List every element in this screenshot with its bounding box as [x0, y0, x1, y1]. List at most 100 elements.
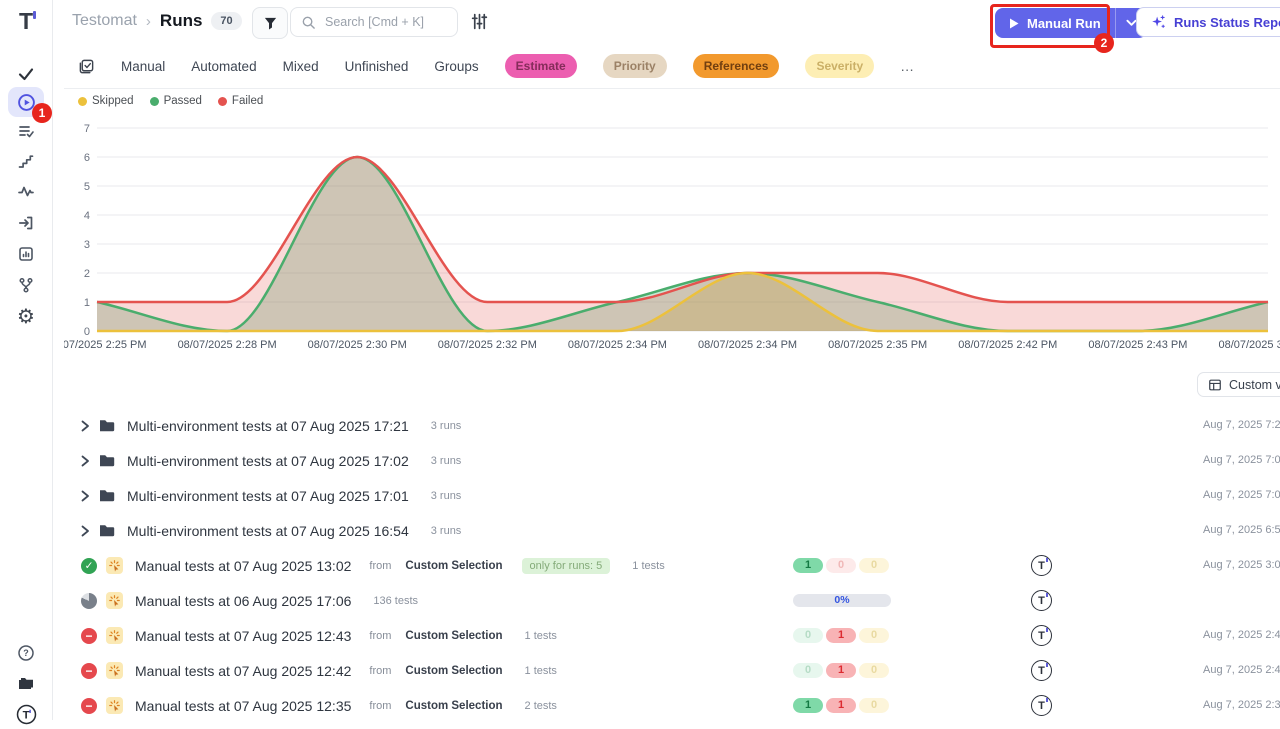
bar-chart-icon	[17, 245, 35, 263]
app-logo[interactable]: T	[0, 8, 52, 35]
legend-item-passed[interactable]: Passed	[150, 95, 202, 107]
run-group-row[interactable]: Multi-environment tests at 07 Aug 2025 1…	[64, 408, 1280, 443]
run-row[interactable]: ✓ Manual tests at 07 Aug 2025 13:02 from…	[64, 548, 1280, 583]
tab-severity[interactable]: Severity	[805, 54, 874, 78]
multi-select-button[interactable]	[78, 58, 95, 75]
svg-text:0: 0	[84, 326, 90, 338]
custom-view-button[interactable]: Custom view	[1197, 372, 1280, 397]
avatar[interactable]: T	[1031, 695, 1052, 716]
run-from-label: from	[369, 665, 391, 677]
run-row[interactable]: − Manual tests at 07 Aug 2025 12:42 from…	[64, 653, 1280, 688]
svg-text:08/07/2025 2:35 PM: 08/07/2025 2:35 PM	[828, 339, 927, 351]
manual-run-label: Manual Run	[1027, 16, 1101, 31]
legend-item-skipped[interactable]: Skipped	[78, 95, 134, 107]
run-group-title[interactable]: Multi-environment tests at 07 Aug 2025 1…	[127, 488, 409, 504]
run-meta: 136 tests	[373, 595, 418, 607]
chevron-right-icon[interactable]	[81, 420, 90, 432]
account-logo-icon: T	[16, 704, 37, 725]
run-group-meta: 3 runs	[431, 525, 462, 537]
folders-icon	[17, 674, 35, 692]
svg-text:08/07/2025 2:28 PM: 08/07/2025 2:28 PM	[178, 339, 277, 351]
avatar[interactable]: T	[1031, 590, 1052, 611]
sparkles-icon	[1150, 14, 1166, 30]
run-title[interactable]: Manual tests at 07 Aug 2025 12:35	[135, 698, 351, 714]
sidebar-item-import[interactable]	[0, 208, 52, 238]
chevron-right-icon[interactable]	[81, 525, 90, 537]
sidebar-item-help[interactable]: ?	[0, 638, 52, 668]
more-filters-button[interactable]: …	[900, 58, 915, 74]
runs-count-badge: 70	[211, 12, 241, 30]
svg-text:5: 5	[84, 181, 90, 193]
manual-run-type-icon	[106, 592, 123, 609]
run-time: Aug 7, 2025 3:02 PM	[1203, 559, 1280, 571]
help-icon: ?	[17, 644, 35, 662]
view-settings-button[interactable]	[470, 12, 489, 36]
avatar[interactable]: T	[1031, 660, 1052, 681]
run-group-title[interactable]: Multi-environment tests at 07 Aug 2025 1…	[127, 523, 409, 539]
chevron-right-icon[interactable]	[81, 490, 90, 502]
avatar-accent	[1046, 558, 1048, 562]
runs-page: { "app": {"logo_letter": "T"}, "header":…	[0, 0, 1280, 720]
tab-mixed[interactable]: Mixed	[283, 59, 319, 74]
count-skipped: 0	[859, 698, 889, 713]
run-row[interactable]: Manual tests at 06 Aug 2025 17:06 136 te…	[64, 583, 1280, 618]
runs-status-report-button[interactable]: Runs Status Report	[1136, 7, 1280, 37]
run-group-row[interactable]: Multi-environment tests at 07 Aug 2025 1…	[64, 443, 1280, 478]
legend-item-failed[interactable]: Failed	[218, 95, 263, 107]
tab-estimate[interactable]: Estimate	[505, 54, 577, 78]
avatar-accent	[1046, 698, 1048, 702]
run-title[interactable]: Manual tests at 07 Aug 2025 12:42	[135, 663, 351, 679]
count-passed: 1	[793, 698, 823, 713]
sidebar-item-tests[interactable]	[0, 59, 52, 89]
count-skipped: 0	[859, 558, 889, 573]
run-group-row[interactable]: Multi-environment tests at 07 Aug 2025 1…	[64, 513, 1280, 548]
sidebar-item-settings[interactable]: ⚙	[0, 302, 52, 332]
tab-references[interactable]: References	[693, 54, 780, 78]
run-group-title[interactable]: Multi-environment tests at 07 Aug 2025 1…	[127, 453, 409, 469]
breadcrumb-project[interactable]: Testomat	[72, 12, 137, 30]
run-counts: 010	[793, 663, 889, 678]
tab-unfinished[interactable]: Unfinished	[345, 59, 409, 74]
run-row[interactable]: − Manual tests at 07 Aug 2025 12:35 from…	[64, 688, 1280, 723]
sidebar-item-account[interactable]: T	[0, 699, 52, 729]
run-time: Aug 7, 2025 2:43 PM	[1203, 629, 1280, 641]
search-input[interactable]	[323, 14, 447, 30]
run-group-meta: 3 runs	[431, 455, 462, 467]
count-failed: 1	[826, 663, 856, 678]
manual-run-type-icon	[106, 627, 123, 644]
run-group-title[interactable]: Multi-environment tests at 07 Aug 2025 1…	[127, 418, 409, 434]
run-status-icon: −	[81, 628, 97, 644]
manual-run-button[interactable]: Manual Run	[995, 8, 1116, 38]
sidebar-item-projects[interactable]	[0, 668, 52, 698]
tab-manual[interactable]: Manual	[121, 59, 165, 74]
sidebar-item-reports[interactable]	[0, 239, 52, 269]
avatar[interactable]: T	[1031, 625, 1052, 646]
tab-automated[interactable]: Automated	[191, 59, 256, 74]
tab-priority[interactable]: Priority	[603, 54, 667, 78]
search-box[interactable]	[290, 7, 458, 37]
run-group-meta: 3 runs	[431, 490, 462, 502]
run-source: Custom Selection	[405, 665, 502, 677]
run-group-row[interactable]: Multi-environment tests at 07 Aug 2025 1…	[64, 478, 1280, 513]
run-title[interactable]: Manual tests at 07 Aug 2025 13:02	[135, 558, 351, 574]
svg-text:08/07/2025 2:25 PM: 08/07/2025 2:25 PM	[64, 339, 147, 351]
folder-icon	[99, 418, 115, 433]
sidebar-item-milestones[interactable]	[0, 146, 52, 176]
avatar-letter: T	[1038, 560, 1045, 572]
run-from-label: from	[369, 560, 391, 572]
run-title[interactable]: Manual tests at 06 Aug 2025 17:06	[135, 593, 351, 609]
filter-button[interactable]	[252, 7, 288, 39]
sidebar-item-branches[interactable]	[0, 270, 52, 300]
sliders-icon	[470, 12, 489, 31]
play-icon	[1009, 18, 1019, 29]
tab-groups[interactable]: Groups	[434, 59, 478, 74]
runs-status-report-label: Runs Status Report	[1174, 15, 1280, 30]
run-row[interactable]: − Manual tests at 07 Aug 2025 12:43 from…	[64, 618, 1280, 653]
run-title[interactable]: Manual tests at 07 Aug 2025 12:43	[135, 628, 351, 644]
avatar-letter: T	[1038, 665, 1045, 677]
legend-dot	[78, 97, 87, 106]
avatar[interactable]: T	[1031, 555, 1052, 576]
chevron-right-icon[interactable]	[81, 455, 90, 467]
run-group-meta: 3 runs	[431, 420, 462, 432]
sidebar-item-analytics[interactable]	[0, 176, 52, 206]
